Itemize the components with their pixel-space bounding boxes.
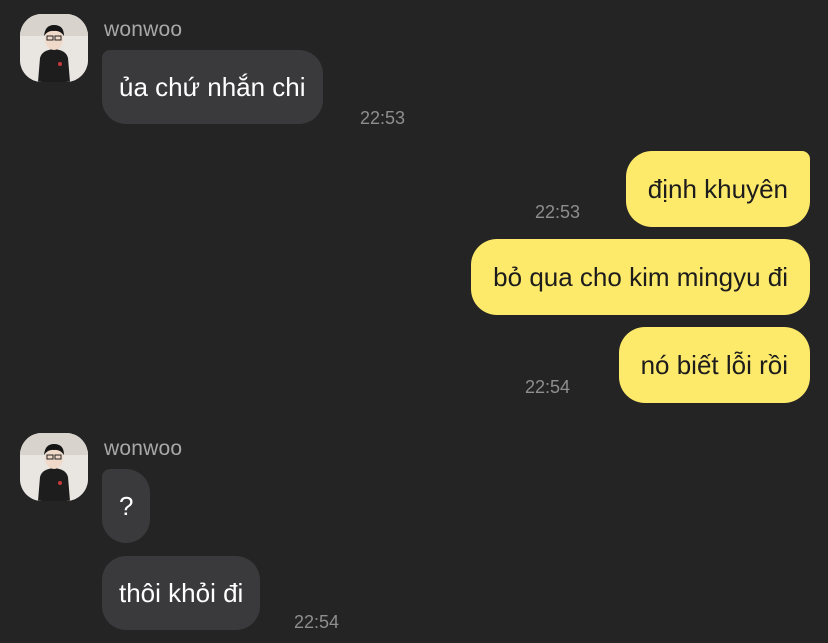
sender-name: wonwoo — [104, 437, 183, 460]
message-timestamp: 22:54 — [525, 377, 571, 397]
incoming-message[interactable]: thôi khỏi đi — [102, 556, 261, 630]
outgoing-message[interactable]: bỏ qua cho kim mingyu đi — [471, 239, 810, 315]
message-timestamp: 22:53 — [360, 108, 406, 128]
avatar[interactable] — [20, 433, 88, 501]
sender-name: wonwoo — [104, 18, 183, 41]
avatar[interactable] — [20, 14, 88, 82]
outgoing-message[interactable]: định khuyên — [625, 151, 810, 227]
message-timestamp: 22:54 — [294, 612, 340, 632]
message-timestamp: 22:53 — [535, 202, 581, 222]
incoming-message[interactable]: ? — [102, 469, 151, 543]
avatar-photo — [20, 433, 88, 501]
avatar-photo — [20, 14, 88, 82]
outgoing-message[interactable]: nó biết lỗi rồi — [618, 327, 810, 403]
incoming-message[interactable]: ủa chứ nhắn chi — [102, 50, 323, 124]
